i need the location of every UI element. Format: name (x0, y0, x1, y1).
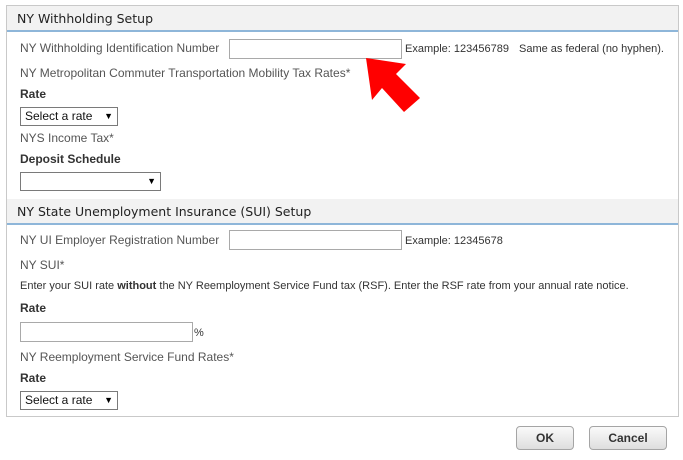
ui-registration-input[interactable] (229, 230, 402, 250)
ui-registration-label: NY UI Employer Registration Number (20, 233, 220, 247)
income-tax-label: NYS Income Tax* (20, 131, 114, 145)
sui-section-title: NY State Unemployment Insurance (SUI) Se… (7, 199, 678, 225)
sui-rate-input[interactable] (20, 322, 193, 342)
sui-instruction-note: Enter your SUI rate without the NY Reemp… (20, 280, 629, 292)
dropdown-arrow-icon: ▼ (104, 111, 113, 121)
red-pointer-arrow-icon (366, 58, 420, 112)
sui-label: NY SUI* (20, 258, 65, 272)
mctmt-label: NY Metropolitan Commuter Transportation … (20, 66, 351, 80)
withholding-id-label: NY Withholding Identification Number (20, 41, 220, 55)
dropdown-arrow-icon: ▼ (147, 176, 156, 186)
ok-button[interactable]: OK (516, 426, 574, 450)
rsf-rate-label: Rate (20, 371, 47, 385)
percent-sign: % (194, 327, 204, 339)
withholding-id-note: Same as federal (no hyphen). (519, 43, 664, 55)
dropdown-arrow-icon: ▼ (104, 395, 113, 405)
mctmt-rate-select[interactable]: Select a rate ▼ (20, 107, 118, 126)
rsf-rate-select[interactable]: Select a rate ▼ (20, 391, 118, 410)
setup-panel: NY Withholding Setup NY Withholding Iden… (6, 5, 679, 417)
mctmt-rate-label: Rate (20, 87, 47, 101)
deposit-schedule-select[interactable]: ▼ (20, 172, 161, 191)
sui-rate-label: Rate (20, 301, 47, 315)
withholding-id-example: Example: 123456789 (405, 43, 509, 55)
ui-registration-example: Example: 12345678 (405, 235, 503, 247)
withholding-section-title: NY Withholding Setup (7, 6, 678, 32)
rsf-label: NY Reemployment Service Fund Rates* (20, 350, 234, 364)
cancel-button[interactable]: Cancel (589, 426, 667, 450)
mctmt-rate-select-value: Select a rate (25, 109, 93, 123)
deposit-schedule-label: Deposit Schedule (20, 152, 121, 166)
rsf-rate-select-value: Select a rate (25, 393, 93, 407)
